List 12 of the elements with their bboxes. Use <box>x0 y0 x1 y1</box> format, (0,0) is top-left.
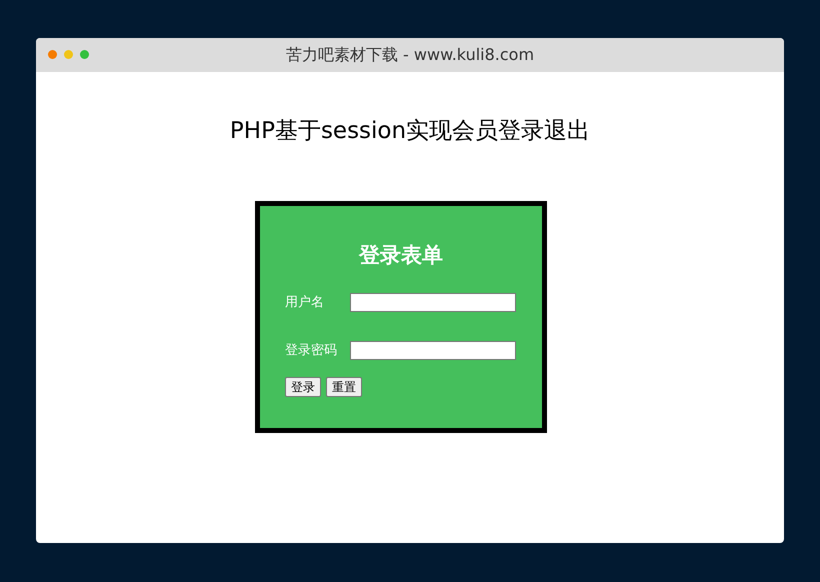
close-icon[interactable] <box>48 50 57 59</box>
form-title: 登录表单 <box>359 242 443 266</box>
field-label: 登录密码 <box>285 342 338 360</box>
page-heading: PHP基于session实现会员登录退出 <box>230 117 590 146</box>
window-title: 苦力吧素材下载 - www.kuli8.com <box>286 44 534 66</box>
field-label: 用户名 <box>285 294 325 312</box>
minimize-icon[interactable] <box>64 50 73 59</box>
password-field[interactable] <box>350 341 516 360</box>
login-button[interactable]: 登录 <box>285 377 321 397</box>
reset-button[interactable]: 重置 <box>326 377 362 397</box>
maximize-icon[interactable] <box>80 50 89 59</box>
username-field[interactable] <box>350 293 516 312</box>
